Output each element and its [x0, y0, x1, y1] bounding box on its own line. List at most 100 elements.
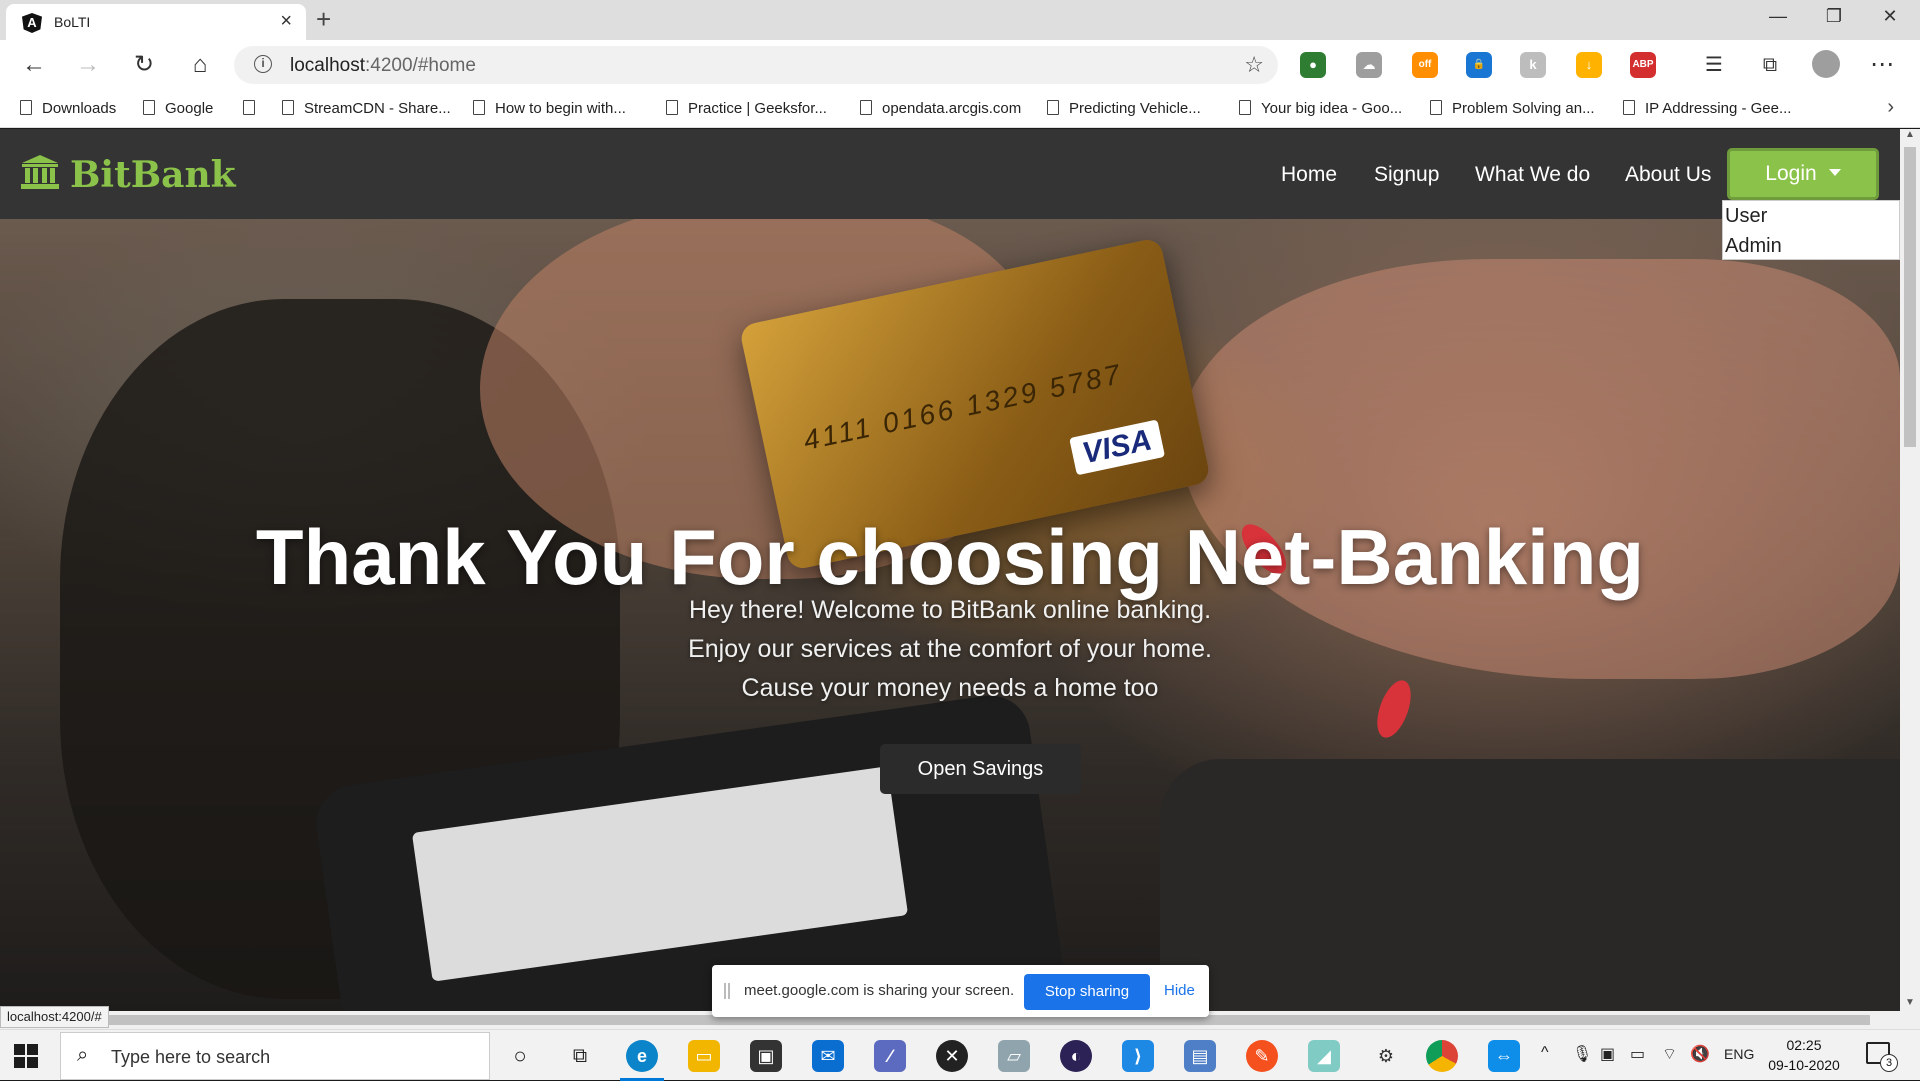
- site-navbar: BitBank Home Signup What We do About Us …: [0, 129, 1900, 219]
- battery-icon[interactable]: ▭: [1630, 1044, 1645, 1064]
- honey-off-icon[interactable]: off: [1412, 52, 1438, 78]
- download-extension-icon[interactable]: ↓: [1576, 52, 1602, 78]
- edge-browser-icon[interactable]: e: [626, 1040, 658, 1072]
- new-tab-icon[interactable]: +: [316, 4, 331, 35]
- cloud-link-icon[interactable]: ☁: [1356, 52, 1382, 78]
- nav-signup[interactable]: Signup: [1374, 163, 1439, 187]
- bookmark-item[interactable]: Problem Solving an...: [1430, 100, 1595, 117]
- postman-icon[interactable]: ✎: [1246, 1040, 1278, 1072]
- favorites-icon[interactable]: ☰: [1698, 50, 1730, 80]
- minimize-icon[interactable]: —: [1758, 6, 1798, 27]
- teamviewer-icon[interactable]: ⇔: [1488, 1040, 1520, 1072]
- windows-start-icon[interactable]: [14, 1044, 38, 1068]
- eclipse-icon[interactable]: ◐: [1060, 1040, 1092, 1072]
- drag-handle-icon[interactable]: [724, 983, 730, 999]
- bookmark-item[interactable]: How to begin with...: [473, 100, 626, 117]
- bookmark-label: Practice | Geeksfor...: [688, 100, 827, 117]
- vertical-scrollbar[interactable]: ▲ ▼: [1900, 129, 1920, 1011]
- login-dropdown-menu: User Admin: [1722, 200, 1900, 260]
- bookmark-item[interactable]: Downloads: [20, 100, 116, 117]
- collections-icon[interactable]: ⧉: [1754, 50, 1786, 80]
- open-savings-button[interactable]: Open Savings: [880, 744, 1081, 794]
- address-bar[interactable]: i localhost:4200/#home ☆: [234, 46, 1278, 84]
- meet-sharing-tray-icon[interactable]: ▣: [1600, 1044, 1615, 1064]
- file-explorer-icon[interactable]: ▭: [688, 1040, 720, 1072]
- taskbar-search-box[interactable]: ⌕ Type here to search: [60, 1032, 490, 1080]
- bank-building-icon: [21, 155, 59, 189]
- bookmark-item[interactable]: IP Addressing - Gee...: [1623, 100, 1791, 117]
- stop-sharing-button[interactable]: Stop sharing: [1024, 974, 1150, 1010]
- microphone-icon[interactable]: 🎙: [1572, 1044, 1592, 1064]
- bookmark-label: Predicting Vehicle...: [1069, 100, 1201, 117]
- hero-text-line: Enjoy our services at the comfort of you…: [688, 635, 1212, 663]
- page-icon: [666, 100, 678, 115]
- nav-what-we-do[interactable]: What We do: [1475, 163, 1590, 187]
- page-icon: [473, 100, 485, 115]
- nav-home[interactable]: Home: [1281, 163, 1337, 187]
- favorite-star-icon[interactable]: ☆: [1244, 52, 1264, 78]
- vertical-scroll-thumb[interactable]: [1904, 147, 1916, 447]
- bookmark-item[interactable]: opendata.arcgis.com: [860, 100, 1021, 117]
- wifi-icon[interactable]: ⌔: [1662, 1044, 1677, 1064]
- language-indicator[interactable]: ENG: [1724, 1046, 1754, 1062]
- vscode-icon[interactable]: ⟩: [1122, 1040, 1154, 1072]
- profile-avatar-icon[interactable]: [1810, 50, 1842, 86]
- task-view-icon[interactable]: ⧉: [564, 1040, 596, 1072]
- login-dropdown-button[interactable]: Login: [1727, 148, 1879, 200]
- bookmark-item[interactable]: Google: [143, 100, 213, 117]
- bookmark-item[interactable]: Your big idea - Goo...: [1239, 100, 1402, 117]
- mail-icon[interactable]: ✉: [812, 1040, 844, 1072]
- bookmark-item[interactable]: Practice | Geeksfor...: [666, 100, 827, 117]
- app-window-icon[interactable]: ▤: [1184, 1040, 1216, 1072]
- system-clock[interactable]: 02:25 09-10-2020: [1762, 1035, 1846, 1075]
- bookmark-item[interactable]: Predicting Vehicle...: [1047, 100, 1201, 117]
- editor-icon[interactable]: ◢: [1308, 1040, 1340, 1072]
- lock-extension-icon[interactable]: 🔒: [1466, 52, 1492, 78]
- bookmark-item[interactable]: [243, 100, 265, 117]
- store-icon[interactable]: ▣: [750, 1040, 782, 1072]
- back-icon[interactable]: ←: [18, 50, 50, 80]
- close-window-icon[interactable]: ✕: [1870, 6, 1910, 27]
- brand-logo[interactable]: BitBank: [20, 153, 236, 196]
- forward-icon[interactable]: →: [72, 50, 104, 80]
- page-icon: [860, 100, 872, 115]
- xbox-icon[interactable]: ✕: [936, 1040, 968, 1072]
- hero-text-line: Cause your money needs a home too: [741, 674, 1159, 702]
- settings-gear-icon[interactable]: ⚙: [1370, 1040, 1402, 1072]
- reload-icon[interactable]: ↻: [128, 50, 160, 80]
- tray-overflow-chevron-icon[interactable]: ^: [1541, 1044, 1549, 1062]
- scroll-down-icon[interactable]: ▼: [1900, 997, 1920, 1011]
- clock-date: 09-10-2020: [1768, 1057, 1840, 1073]
- grey-extension-icon[interactable]: k: [1520, 52, 1546, 78]
- link-status-url: localhost:4200/#: [0, 1006, 109, 1028]
- hide-share-bar-button[interactable]: Hide: [1164, 982, 1195, 999]
- brand-name: BitBank: [70, 154, 236, 196]
- taskbar-search-placeholder: Type here to search: [111, 1047, 271, 1067]
- hero-title: Thank You For choosing Net-Banking: [255, 513, 1645, 601]
- login-menu-user[interactable]: User: [1723, 201, 1899, 231]
- bookmarks-overflow-chevron-icon[interactable]: ›: [1887, 96, 1894, 119]
- page-icon: [282, 100, 294, 115]
- green-globe-icon[interactable]: ●: [1300, 52, 1326, 78]
- browser-tab[interactable]: A BoLTI ×: [6, 4, 306, 40]
- site-info-icon[interactable]: i: [254, 55, 272, 73]
- visual-studio-icon[interactable]: ∕: [874, 1040, 906, 1072]
- scroll-up-icon[interactable]: ▲: [1900, 129, 1920, 143]
- notification-center-icon[interactable]: 3: [1866, 1042, 1898, 1072]
- restore-icon[interactable]: ❐: [1814, 6, 1854, 27]
- login-menu-admin[interactable]: Admin: [1723, 231, 1899, 261]
- web-page: BitBank Home Signup What We do About Us …: [0, 129, 1900, 1011]
- nav-about-us[interactable]: About Us: [1625, 163, 1711, 187]
- chrome-icon[interactable]: [1426, 1040, 1458, 1072]
- tab-close-icon[interactable]: ×: [280, 10, 292, 33]
- more-menu-icon[interactable]: ⋯: [1866, 50, 1898, 80]
- adblock-icon[interactable]: ABP: [1630, 52, 1656, 78]
- remote-desktop-icon[interactable]: ▱: [998, 1040, 1030, 1072]
- bookmark-item[interactable]: StreamCDN - Share...: [282, 100, 451, 117]
- search-icon: ⌕: [77, 1044, 89, 1066]
- page-icon: [1047, 100, 1059, 115]
- address-url[interactable]: localhost:4200/#home: [290, 55, 476, 77]
- home-icon[interactable]: ⌂: [184, 50, 216, 80]
- volume-muted-icon[interactable]: 🔇: [1690, 1044, 1710, 1064]
- cortana-icon[interactable]: ○: [504, 1040, 536, 1072]
